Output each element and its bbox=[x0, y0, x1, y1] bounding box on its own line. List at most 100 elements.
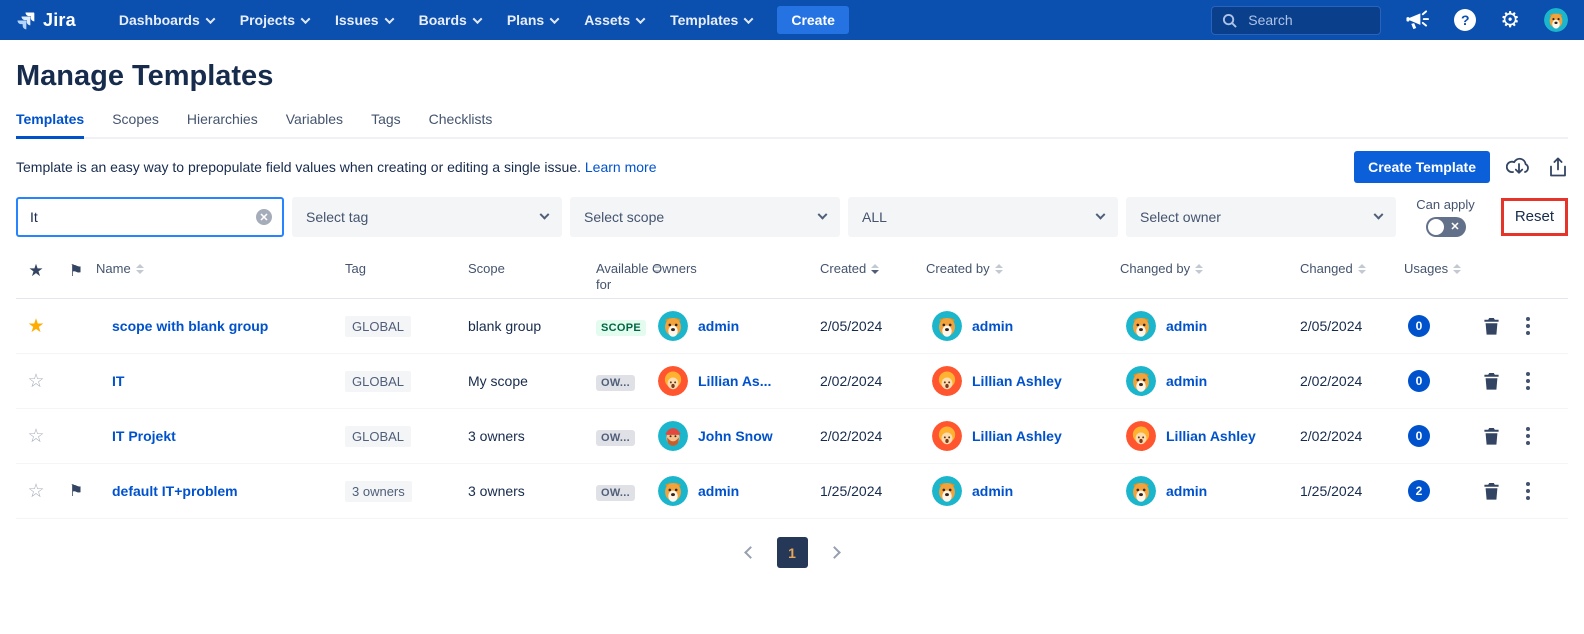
flag-icon: ⚑ bbox=[69, 261, 83, 281]
created-date: 2/02/2024 bbox=[820, 428, 882, 444]
next-page-icon[interactable] bbox=[828, 546, 841, 559]
search-input[interactable] bbox=[1246, 11, 1356, 29]
create-template-button[interactable]: Create Template bbox=[1354, 151, 1490, 183]
row-menu-button[interactable] bbox=[1522, 423, 1534, 449]
star-outline-icon[interactable]: ☆ bbox=[27, 480, 44, 503]
page-title: Manage Templates bbox=[16, 60, 1568, 93]
cloud-download-icon[interactable] bbox=[1506, 156, 1532, 178]
clear-search-icon[interactable]: ✕ bbox=[256, 209, 272, 225]
col-header-available[interactable]: Available for bbox=[596, 261, 652, 294]
nav-menu-label: Templates bbox=[670, 12, 738, 28]
available-for-cell: OW... bbox=[596, 373, 652, 389]
sort-icon bbox=[1453, 264, 1461, 274]
tag-badge: GLOBAL bbox=[345, 371, 411, 392]
nav-menu-boards[interactable]: Boards bbox=[406, 0, 494, 40]
user-link[interactable]: Lillian As... bbox=[698, 373, 771, 389]
delete-button[interactable] bbox=[1484, 483, 1499, 500]
star-outline-icon[interactable]: ☆ bbox=[27, 425, 44, 448]
usages-badge: 2 bbox=[1408, 480, 1430, 502]
user-link[interactable]: admin bbox=[1166, 483, 1207, 499]
row-menu-button[interactable] bbox=[1522, 478, 1534, 504]
prev-page-icon[interactable] bbox=[744, 546, 757, 559]
user-link[interactable]: Lillian Ashley bbox=[972, 373, 1062, 389]
star-filled-icon[interactable]: ★ bbox=[27, 315, 44, 338]
tab-scopes[interactable]: Scopes bbox=[112, 105, 159, 139]
user-link[interactable]: admin bbox=[972, 318, 1013, 334]
tab-tags[interactable]: Tags bbox=[371, 105, 401, 139]
nav-menu-projects[interactable]: Projects bbox=[227, 0, 322, 40]
tab-hierarchies[interactable]: Hierarchies bbox=[187, 105, 258, 139]
col-header-name[interactable]: Name bbox=[96, 261, 345, 277]
star-outline-icon[interactable]: ☆ bbox=[27, 370, 44, 393]
row-menu-button[interactable] bbox=[1522, 368, 1534, 394]
tab-variables[interactable]: Variables bbox=[286, 105, 343, 139]
owners-cell: admin bbox=[652, 476, 820, 506]
created-by-cell: Lillian Ashley bbox=[926, 366, 1120, 396]
global-search[interactable] bbox=[1211, 6, 1381, 35]
delete-button[interactable] bbox=[1484, 318, 1499, 335]
user-link[interactable]: John Snow bbox=[698, 428, 773, 444]
chevron-down-icon bbox=[1096, 209, 1106, 219]
reset-button[interactable]: Reset bbox=[1513, 208, 1556, 225]
can-apply-toggle[interactable]: ✕ bbox=[1426, 217, 1466, 237]
nav-menu-issues[interactable]: Issues bbox=[322, 0, 406, 40]
template-search-field[interactable]: ✕ bbox=[16, 197, 284, 237]
col-header-label: Name bbox=[96, 261, 131, 277]
avatar-dog-icon bbox=[1126, 311, 1156, 341]
help-icon[interactable]: ? bbox=[1454, 9, 1476, 31]
nav-menu-dashboards[interactable]: Dashboards bbox=[106, 0, 227, 40]
template-name-link[interactable]: IT Projekt bbox=[96, 428, 176, 444]
create-button[interactable]: Create bbox=[777, 6, 849, 34]
user-link[interactable]: admin bbox=[698, 318, 739, 334]
export-icon[interactable] bbox=[1548, 156, 1568, 178]
user-link[interactable]: admin bbox=[1166, 318, 1207, 334]
template-search-input[interactable] bbox=[28, 208, 256, 226]
tag-cell: GLOBAL bbox=[345, 318, 468, 334]
delete-button[interactable] bbox=[1484, 373, 1499, 390]
tab-templates[interactable]: Templates bbox=[16, 105, 84, 139]
user-link[interactable]: admin bbox=[972, 483, 1013, 499]
jira-logo[interactable]: Jira bbox=[16, 10, 76, 31]
flag-icon[interactable]: ⚑ bbox=[69, 481, 83, 501]
created-date: 2/02/2024 bbox=[820, 373, 882, 389]
delete-cell bbox=[1484, 373, 1522, 390]
scope-cell: blank group bbox=[468, 318, 596, 334]
sort-icon bbox=[136, 264, 144, 274]
col-header-created_by[interactable]: Created by bbox=[926, 261, 1120, 277]
scope-cell: 3 owners bbox=[468, 483, 596, 499]
col-header-usages[interactable]: Usages bbox=[1404, 261, 1484, 277]
user-link[interactable]: admin bbox=[698, 483, 739, 499]
col-header-label: Scope bbox=[468, 261, 505, 277]
nav-menu-templates[interactable]: Templates bbox=[657, 0, 765, 40]
current-page-button[interactable]: 1 bbox=[777, 537, 808, 568]
usages-badge: 0 bbox=[1408, 425, 1430, 447]
col-header-changed[interactable]: Changed bbox=[1300, 261, 1404, 277]
template-name-link[interactable]: scope with blank group bbox=[96, 318, 268, 334]
type-filter-select[interactable]: ALL bbox=[848, 197, 1118, 237]
tag-filter-select[interactable]: Select tag bbox=[292, 197, 562, 237]
row-menu-button[interactable] bbox=[1522, 313, 1534, 339]
user-avatar[interactable] bbox=[1544, 8, 1568, 32]
usages-badge: 0 bbox=[1408, 315, 1430, 337]
user-link[interactable]: admin bbox=[1166, 373, 1207, 389]
col-header-created[interactable]: Created bbox=[820, 261, 926, 277]
megaphone-icon[interactable] bbox=[1405, 9, 1430, 32]
user-link[interactable]: Lillian Ashley bbox=[1166, 428, 1256, 444]
learn-more-link[interactable]: Learn more bbox=[585, 159, 657, 175]
nav-menu-plans[interactable]: Plans bbox=[494, 0, 571, 40]
scope-filter-select[interactable]: Select scope bbox=[570, 197, 840, 237]
col-header-changed_by[interactable]: Changed by bbox=[1120, 261, 1300, 277]
template-name-link[interactable]: IT bbox=[96, 373, 124, 389]
template-name-link[interactable]: default IT+problem bbox=[96, 483, 238, 499]
owner-filter-select[interactable]: Select owner bbox=[1126, 197, 1396, 237]
nav-menu-assets[interactable]: Assets bbox=[571, 0, 657, 40]
user-link[interactable]: Lillian Ashley bbox=[972, 428, 1062, 444]
gear-icon[interactable]: ⚙ bbox=[1500, 9, 1520, 31]
avatar-dog-icon bbox=[658, 476, 688, 506]
created-by-cell: Lillian Ashley bbox=[926, 421, 1120, 451]
toggle-off-icon: ✕ bbox=[1450, 219, 1459, 235]
tab-checklists[interactable]: Checklists bbox=[429, 105, 493, 139]
delete-button[interactable] bbox=[1484, 428, 1499, 445]
select-value: ALL bbox=[862, 209, 887, 225]
tab-bar: Templates Scopes Hierarchies Variables Tags C… bbox=[16, 105, 1568, 139]
